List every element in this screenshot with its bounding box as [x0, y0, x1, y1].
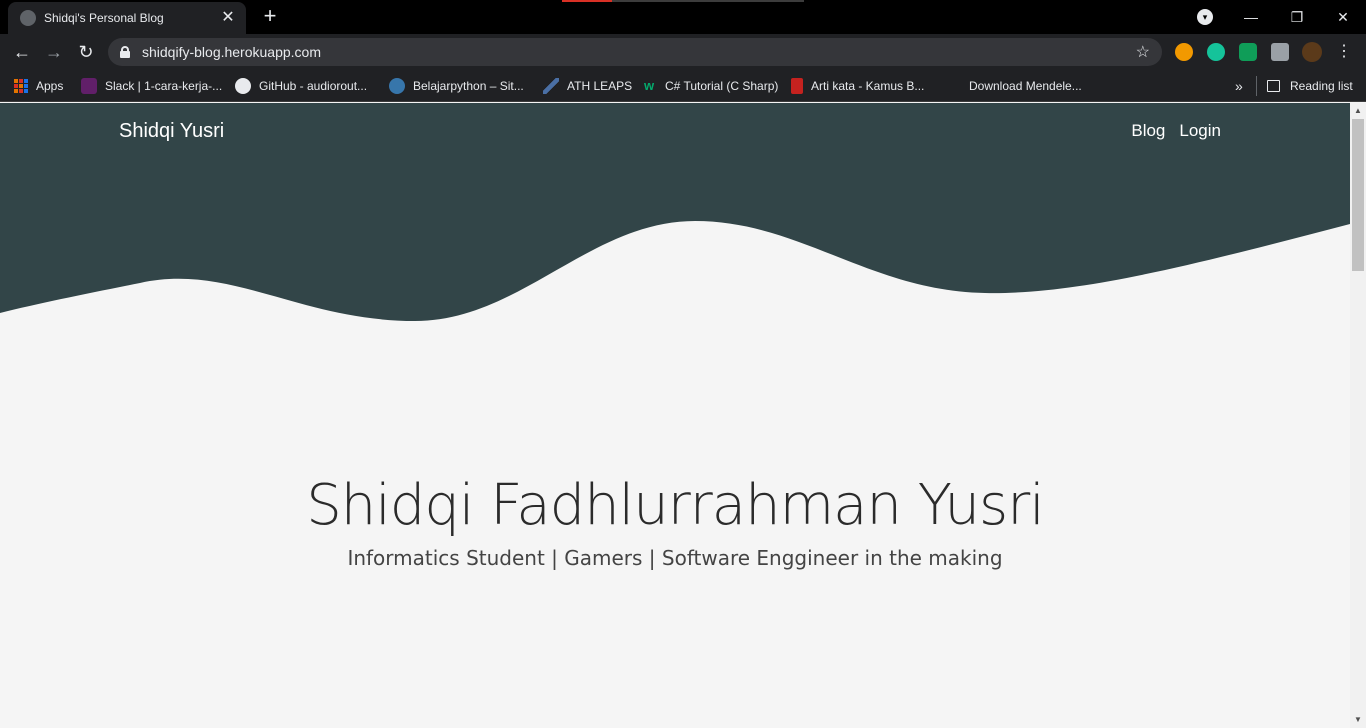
bookmark-slack[interactable]: Slack | 1-cara-kerja-...	[81, 76, 222, 96]
bookmark-label: GitHub - audiorout...	[259, 79, 368, 93]
bookmark-github[interactable]: GitHub - audiorout...	[235, 76, 367, 96]
profile-avatar[interactable]	[1302, 42, 1322, 62]
bookmark-label: Download Mendele...	[969, 79, 1082, 93]
shield-extension-icon[interactable]	[1239, 43, 1257, 61]
bookmarks-overflow-button[interactable]: »	[1235, 76, 1243, 96]
hero-title: Shidqi Fadhlurrahman Yusri	[306, 473, 1045, 538]
tab-search-icon: ▾	[1197, 9, 1213, 25]
forward-button[interactable]: →	[42, 40, 66, 64]
active-tab[interactable]: Shidqi's Personal Blog ✕	[8, 2, 246, 34]
loading-indicator	[562, 0, 612, 2]
url-text[interactable]: shidqify-blog.herokuapp.com	[142, 44, 1136, 60]
extensions-puzzle-icon[interactable]	[1271, 43, 1289, 61]
bookmark-label: ATH LEAPS	[567, 79, 633, 93]
restore-button[interactable]: ❐	[1274, 0, 1320, 34]
ath-icon	[543, 78, 559, 94]
scroll-up-icon[interactable]: ▲	[1350, 104, 1366, 118]
back-button[interactable]: ←	[10, 40, 34, 64]
address-bar[interactable]: shidqify-blog.herokuapp.com ☆	[108, 38, 1162, 66]
bookmark-star-icon[interactable]: ☆	[1136, 42, 1150, 62]
browser-menu-button[interactable]: ⋮	[1336, 42, 1352, 62]
tab-title: Shidqi's Personal Blog	[44, 11, 164, 25]
scrollbar-thumb[interactable]	[1352, 119, 1364, 271]
browser-toolbar: ← → ↻ shidqify-blog.herokuapp.com ☆ ⋮	[0, 34, 1366, 70]
bookmark-ath-leaps[interactable]: ATH LEAPS	[543, 76, 632, 96]
tab-strip: Shidqi's Personal Blog ✕ + ▾ — ❐ ✕	[0, 0, 1366, 34]
reading-list-label: Reading list	[1290, 79, 1353, 93]
bookmark-apps[interactable]: Apps	[14, 76, 63, 96]
bookmark-kamus[interactable]: Arti kata - Kamus B...	[791, 76, 924, 96]
bookmark-label: Arti kata - Kamus B...	[811, 79, 925, 93]
minimize-button[interactable]: —	[1228, 0, 1274, 34]
reading-list-icon	[1267, 80, 1280, 92]
mendeley-icon	[945, 78, 961, 94]
bookmark-label: Slack | 1-cara-kerja-...	[105, 79, 223, 93]
bookmark-label: Apps	[36, 79, 64, 93]
new-tab-button[interactable]: +	[258, 5, 282, 29]
nav-blog-link[interactable]: Blog	[1131, 121, 1165, 141]
page-scrollbar[interactable]: ▲ ▼	[1350, 103, 1366, 728]
tab-strip-divider	[612, 0, 804, 2]
python-icon	[389, 78, 405, 94]
book-icon	[791, 78, 803, 94]
bookmark-label: Belajarpython – Sit...	[413, 79, 524, 93]
bookmark-belajarpython[interactable]: Belajarpython – Sit...	[389, 76, 524, 96]
nav-login-link[interactable]: Login	[1179, 121, 1221, 141]
lock-icon[interactable]	[120, 46, 130, 58]
slack-icon	[81, 78, 97, 94]
bookmarks-bar: Apps Slack | 1-cara-kerja-... GitHub - a…	[0, 70, 1366, 102]
grammarly-icon[interactable]	[1207, 43, 1225, 61]
bookmark-csharp-tutorial[interactable]: w C# Tutorial (C Sharp)	[641, 76, 778, 96]
web-page: Shidqi Yusri Blog Login Shidqi Fadhlurra…	[0, 103, 1350, 728]
window-controls: ▾ — ❐ ✕	[1182, 0, 1366, 34]
bookmark-label: C# Tutorial (C Sharp)	[665, 79, 779, 93]
window-close-button[interactable]: ✕	[1320, 0, 1366, 34]
tab-search-button[interactable]: ▾	[1182, 0, 1228, 34]
site-nav: Blog Login	[1131, 121, 1221, 141]
scroll-down-icon[interactable]: ▼	[1350, 713, 1366, 727]
reload-button[interactable]: ↻	[74, 40, 98, 64]
reading-list-button[interactable]: Reading list	[1256, 76, 1353, 96]
w3schools-icon: w	[643, 78, 655, 93]
globe-icon	[20, 10, 36, 26]
hero-subtitle: Informatics Student | Gamers | Software …	[347, 546, 1003, 570]
github-icon	[235, 78, 251, 94]
site-brand[interactable]: Shidqi Yusri	[119, 120, 224, 143]
tab-close-icon[interactable]: ✕	[220, 10, 236, 26]
extension-glasses-icon[interactable]	[1175, 43, 1193, 61]
bookmark-mendeley[interactable]: Download Mendele...	[945, 76, 1082, 96]
apps-grid-icon	[14, 79, 28, 93]
